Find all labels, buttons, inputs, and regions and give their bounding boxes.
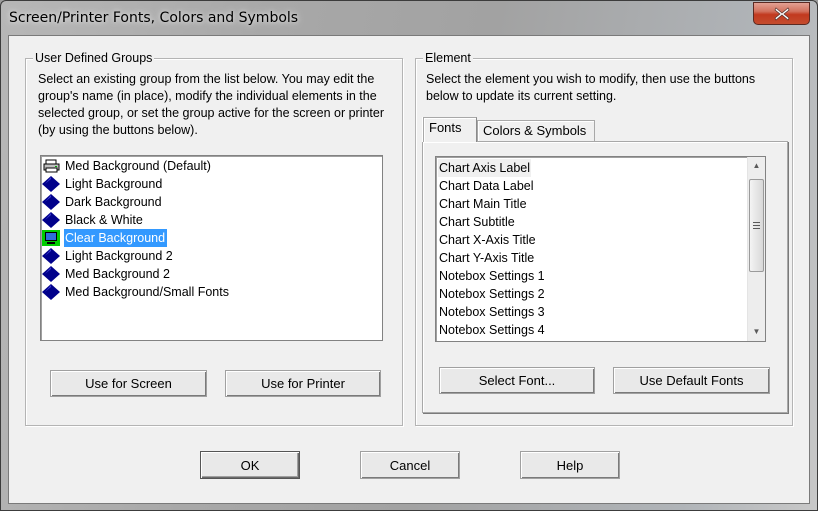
group-list-item[interactable]: Med Background 2 [41,265,172,283]
tab-fonts[interactable]: Fonts [423,117,477,142]
dialog-window: Screen/Printer Fonts, Colors and Symbols… [0,0,818,511]
elements-listbox[interactable]: Chart Axis Label Chart Data Label Chart Ma… [435,156,766,342]
group-list-item-label: Clear Background [64,229,168,247]
groups-description: Select an existing group from the list b… [38,72,385,137]
tab-colors-symbols-label: Colors & Symbols [483,123,587,138]
use-default-fonts-label: Use Default Fonts [639,373,744,388]
element-list-item[interactable]: Chart X-Axis Title [438,231,537,249]
title-bar[interactable]: Screen/Printer Fonts, Colors and Symbols [1,1,817,35]
diamond-icon [41,247,61,265]
group-list-item-label: Dark Background [65,195,162,209]
group-list-item[interactable]: Light Background [41,175,164,193]
diamond-icon [41,193,61,211]
scroll-up-arrow-icon[interactable]: ▲ [748,157,765,174]
window-title: Screen/Printer Fonts, Colors and Symbols [9,10,299,26]
groups-listbox[interactable]: Med Background (Default) Light Background… [40,155,383,341]
diamond-icon [41,283,61,301]
user-defined-groups-legend: User Defined Groups [33,50,155,66]
element-list-item[interactable]: Chart Main Title [438,195,528,213]
group-list-item-label: Black & White [65,213,143,227]
elements-scrollbar[interactable]: ▲ ▼ [747,157,765,341]
use-for-printer-label: Use for Printer [261,376,345,391]
diamond-icon [41,175,61,193]
use-for-printer-button[interactable]: Use for Printer [225,370,381,397]
select-font-button[interactable]: Select Font... [439,367,595,394]
group-list-item-label: Light Background [65,177,163,191]
ok-button[interactable]: OK [200,451,300,479]
help-button[interactable]: Help [520,451,620,479]
close-icon [773,6,790,21]
element-list-item[interactable]: Chart Axis Label [438,159,532,177]
element-list-item[interactable]: Notebox Settings 3 [438,303,546,321]
group-list-item[interactable]: Dark Background [41,193,164,211]
tab-fonts-label: Fonts [429,120,462,135]
group-list-item-label: Light Background 2 [65,249,173,263]
element-list-item[interactable]: Notebox Settings 2 [438,285,546,303]
element-description: Select the element you wish to modify, t… [426,72,756,103]
group-list-item-label: Med Background 2 [65,267,170,281]
use-for-screen-button[interactable]: Use for Screen [50,370,207,397]
use-for-screen-label: Use for Screen [85,376,172,391]
group-list-item-label: Med Background (Default) [65,159,211,173]
group-list-item[interactable]: Black & White [41,211,145,229]
element-groupbox: Element Select the element you wish to m… [415,50,793,426]
tab-colors-symbols[interactable]: Colors & Symbols [477,120,595,142]
user-defined-groups-groupbox: User Defined Groups Select an existing g… [25,50,403,426]
scroll-thumb[interactable] [749,179,764,272]
dialog-client-area: User Defined Groups Select an existing g… [8,35,810,504]
group-list-item[interactable]: Med Background/Small Fonts [41,283,231,301]
fonts-tab-panel: Chart Axis Label Chart Data Label Chart Ma… [422,141,788,413]
close-button[interactable] [753,2,810,25]
ok-label: OK [240,457,260,473]
use-default-fonts-button[interactable]: Use Default Fonts [613,367,770,394]
cancel-button[interactable]: Cancel [360,451,460,479]
element-list-item[interactable]: Chart Subtitle [438,213,516,231]
help-label: Help [556,457,584,473]
select-font-label: Select Font... [478,373,556,388]
group-list-item[interactable]: Med Background (Default) [41,157,213,175]
group-list-item[interactable]: Clear Background [41,229,168,247]
element-list-item[interactable]: Notebox Settings 4 [438,321,546,339]
monitor-icon [41,229,61,247]
element-list-item[interactable]: Chart Data Label [438,177,535,195]
element-list-item[interactable]: Notebox Settings 1 [438,267,546,285]
diamond-icon [41,211,61,229]
grip-icon [753,225,760,226]
printer-icon [41,157,61,175]
scroll-down-arrow-icon[interactable]: ▼ [748,323,765,340]
element-list-item[interactable]: Chart Y-Axis Title [438,249,535,267]
element-legend: Element [423,50,473,66]
group-list-item[interactable]: Light Background 2 [41,247,175,265]
group-list-item-label: Med Background/Small Fonts [65,285,229,299]
diamond-icon [41,265,61,283]
cancel-label: Cancel [389,457,431,473]
